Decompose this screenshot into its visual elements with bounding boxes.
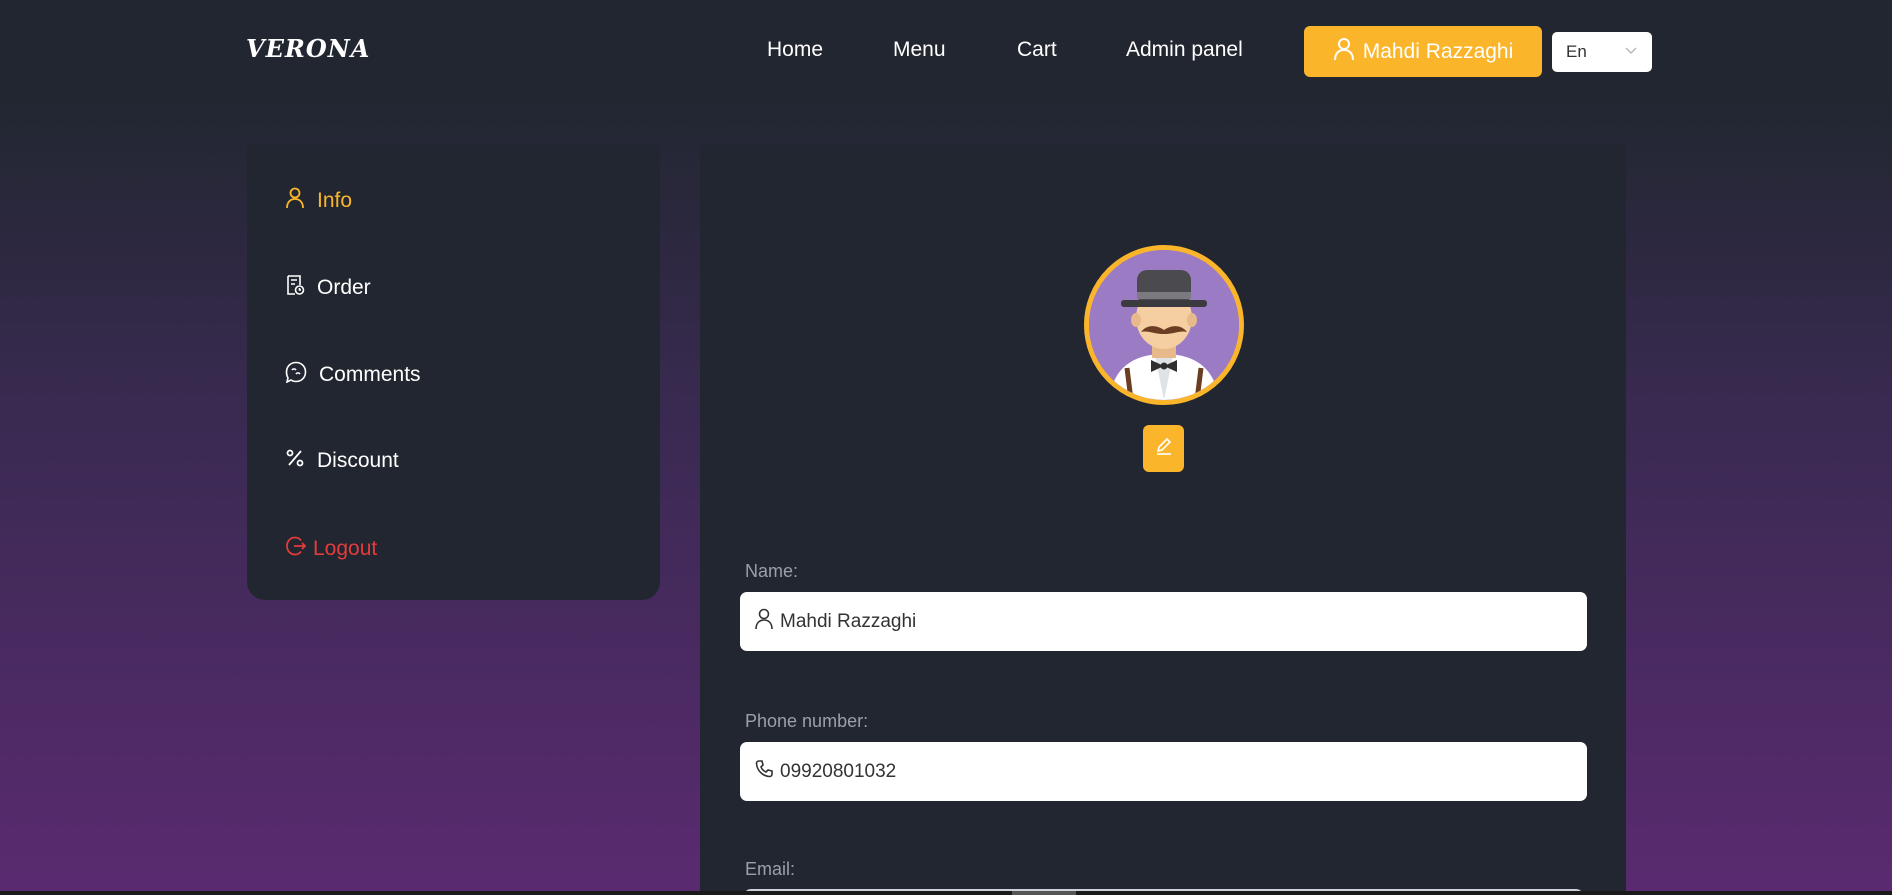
- user-icon: [754, 608, 774, 635]
- logo[interactable]: VERONA: [246, 34, 370, 63]
- nav-home-link[interactable]: Home: [767, 38, 823, 62]
- email-label: Email:: [745, 859, 796, 879]
- pencil-icon: [1154, 436, 1174, 461]
- top-navbar: VERONA Home Menu Cart Admin panel Mahdi …: [0, 0, 1892, 103]
- nav-admin-panel-link[interactable]: Admin panel: [1126, 38, 1243, 62]
- sidebar-item-label: Info: [317, 189, 353, 212]
- sidebar-item-label: Logout: [313, 537, 378, 560]
- nav-cart-link[interactable]: Cart: [1017, 38, 1057, 62]
- sidebar-item-discount[interactable]: Discount: [285, 448, 399, 474]
- chevron-down-icon: [1624, 43, 1638, 63]
- user-account-button[interactable]: Mahdi Razzaghi: [1304, 26, 1542, 77]
- sidebar-item-info[interactable]: Info: [285, 187, 352, 215]
- scrollbar-thumb[interactable]: [1012, 891, 1076, 895]
- language-select[interactable]: En: [1552, 32, 1652, 72]
- phone-icon: [754, 759, 774, 784]
- phone-label: Phone number:: [745, 711, 869, 731]
- user-button-label: Mahdi Razzaghi: [1362, 39, 1514, 63]
- mustache-man-avatar: [1084, 245, 1244, 405]
- phone-field[interactable]: [740, 742, 1587, 801]
- edit-avatar-button[interactable]: [1143, 425, 1184, 472]
- profile-info-panel: Name: Phone number: Email:: [700, 145, 1626, 895]
- sidebar-item-label: Discount: [317, 449, 399, 472]
- sidebar-item-label: Order: [317, 276, 371, 299]
- horizontal-scrollbar[interactable]: [0, 891, 1892, 895]
- receipt-icon: [285, 274, 305, 302]
- name-label: Name:: [745, 561, 799, 581]
- user-icon: [1333, 37, 1355, 67]
- name-field[interactable]: [740, 592, 1587, 651]
- name-input[interactable]: [780, 610, 1560, 633]
- user-icon: [285, 187, 305, 215]
- nav-menu-link[interactable]: Menu: [893, 38, 946, 62]
- logout-icon: [285, 535, 307, 563]
- sidebar-item-logout[interactable]: Logout: [285, 535, 377, 563]
- language-value: En: [1566, 42, 1587, 61]
- sidebar-item-order[interactable]: Order: [285, 274, 371, 302]
- chat-icon: [285, 361, 307, 389]
- sidebar-item-label: Comments: [319, 363, 421, 386]
- sidebar-item-comments[interactable]: Comments: [285, 361, 421, 389]
- profile-sidebar: Info Order Comments Discount Logout: [247, 145, 660, 600]
- phone-input[interactable]: [780, 760, 1560, 783]
- percent-icon: [285, 448, 305, 474]
